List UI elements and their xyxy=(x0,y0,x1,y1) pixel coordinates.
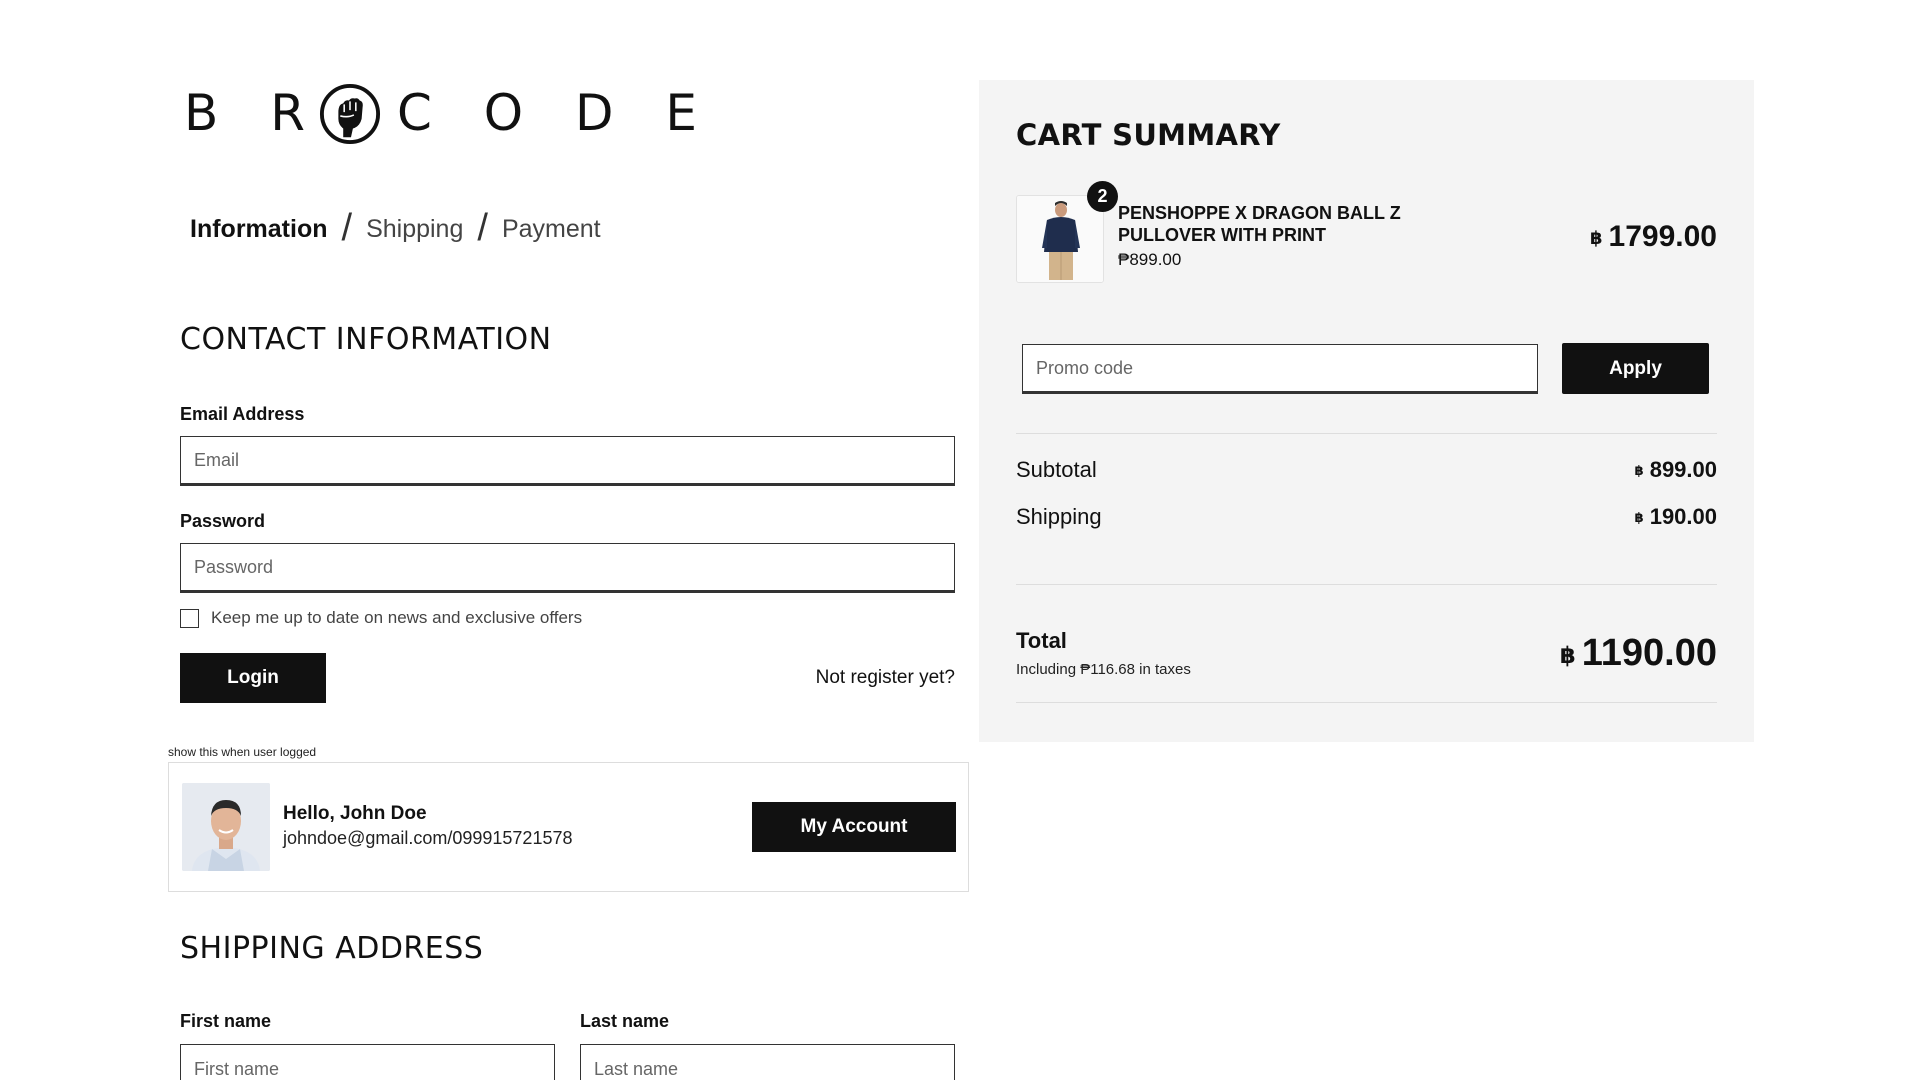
checkout-form-column: B R C O D E Information / Shipping / Pay… xyxy=(168,0,969,1080)
logo-text-suffix: C O D E xyxy=(396,84,715,142)
product-line-total: ฿ 1799.00 xyxy=(1590,220,1717,254)
user-greeting: Hello, John Doe xyxy=(283,803,427,824)
last-name-label: Last name xyxy=(580,1011,670,1031)
shipping-label: Shipping xyxy=(1016,504,1102,529)
shipping-value: ฿ 190.00 xyxy=(1635,504,1717,530)
login-button[interactable]: Login xyxy=(180,653,326,703)
currency-symbol: ฿ xyxy=(1559,642,1576,668)
logged-user-card: Hello, John Doe johndoe@gmail.com/099915… xyxy=(168,762,969,892)
shipping-address-title: SHIPPING ADDRESS xyxy=(180,931,484,966)
subtotal-label: Subtotal xyxy=(1016,457,1097,482)
product-thumbnail[interactable] xyxy=(1016,195,1104,283)
tax-note: Including ₱116.68 in taxes xyxy=(1016,661,1191,678)
subtotal-amount: 899.00 xyxy=(1649,457,1717,482)
logged-in-note: show this when user logged xyxy=(168,745,317,759)
apply-promo-button[interactable]: Apply xyxy=(1562,343,1709,394)
first-name-label: First name xyxy=(180,1011,272,1031)
currency-symbol: ฿ xyxy=(1634,463,1644,478)
cart-summary-title: CART SUMMARY xyxy=(1016,118,1281,152)
promo-code-input[interactable] xyxy=(1022,344,1538,394)
my-account-button[interactable]: My Account xyxy=(752,802,956,852)
quantity-badge: 2 xyxy=(1087,181,1118,212)
brand-logo[interactable]: B R C O D E xyxy=(184,80,715,146)
checkout-steps-breadcrumb: Information / Shipping / Payment xyxy=(190,207,601,249)
shipping-amount: 190.00 xyxy=(1649,504,1717,529)
logo-text-prefix: B R xyxy=(184,84,323,142)
email-field[interactable] xyxy=(180,436,955,486)
product-line-total-value: 1799.00 xyxy=(1608,220,1717,253)
step-payment[interactable]: Payment xyxy=(502,215,601,244)
newsletter-checkbox[interactable] xyxy=(180,608,199,628)
password-label: Password xyxy=(180,511,266,531)
total-value: ฿ 1190.00 xyxy=(1560,632,1717,675)
total-amount: 1190.00 xyxy=(1581,632,1717,674)
contact-information-title: CONTACT INFORMATION xyxy=(180,322,552,357)
divider xyxy=(1016,433,1717,434)
last-name-field[interactable] xyxy=(580,1044,955,1080)
email-label: Email Address xyxy=(180,404,305,424)
breadcrumb-separator: / xyxy=(341,207,353,249)
currency-symbol: ฿ xyxy=(1634,510,1644,525)
avatar xyxy=(182,783,270,871)
product-name[interactable]: PENSHOPPE X DRAGON BALL Z PULLOVER WITH … xyxy=(1118,202,1448,246)
password-field[interactable] xyxy=(180,543,955,593)
register-link[interactable]: Not register yet? xyxy=(816,667,955,689)
fist-icon xyxy=(319,83,381,145)
divider xyxy=(1016,584,1717,585)
user-contact-info: johndoe@gmail.com/099915721578 xyxy=(283,828,573,848)
step-information[interactable]: Information xyxy=(190,215,328,244)
subtotal-value: ฿ 899.00 xyxy=(1635,457,1717,483)
currency-symbol: ฿ xyxy=(1590,228,1603,248)
cart-summary-panel: CART SUMMARY 2 PENSHOPPE X DRAGON BALL Z… xyxy=(979,80,1754,742)
total-label: Total xyxy=(1016,628,1067,653)
step-shipping[interactable]: Shipping xyxy=(366,215,463,244)
divider xyxy=(1016,702,1717,703)
first-name-field[interactable] xyxy=(180,1044,555,1080)
product-unit-price: ₱899.00 xyxy=(1118,250,1182,269)
breadcrumb-separator: / xyxy=(477,207,488,249)
newsletter-option: Keep me up to date on news and exclusive… xyxy=(180,608,582,628)
newsletter-label: Keep me up to date on news and exclusive… xyxy=(211,608,583,627)
